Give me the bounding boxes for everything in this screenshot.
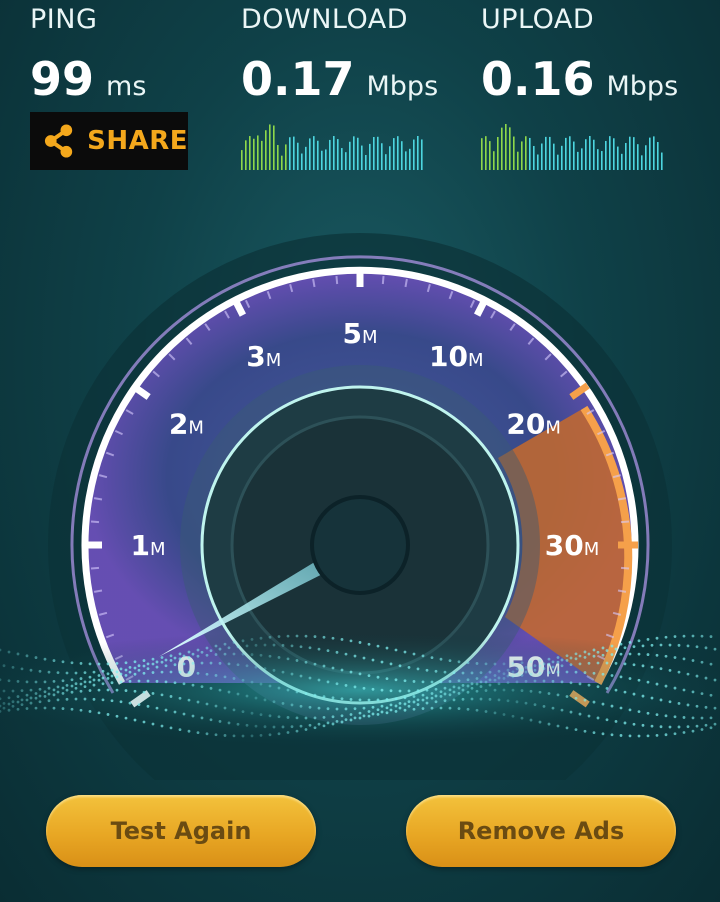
remove-ads-label: Remove Ads <box>457 817 625 845</box>
speed-gauge: 01M2M3M5M10M20M30M50M <box>0 233 720 780</box>
remove-ads-button[interactable]: Remove Ads <box>406 795 676 867</box>
test-again-label: Test Again <box>110 817 252 845</box>
needle-hub <box>310 495 410 595</box>
test-again-button[interactable]: Test Again <box>46 795 316 867</box>
